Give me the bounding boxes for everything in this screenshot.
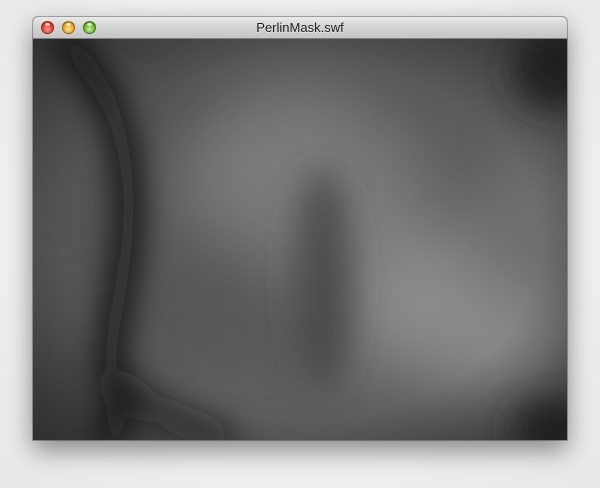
app-window: PerlinMask.swf xyxy=(33,17,567,440)
title-bar[interactable]: PerlinMask.swf xyxy=(33,17,567,39)
perlin-noise-canvas[interactable] xyxy=(33,39,567,440)
window-title: PerlinMask.swf xyxy=(256,20,344,35)
perlin-noise-image xyxy=(33,39,567,440)
